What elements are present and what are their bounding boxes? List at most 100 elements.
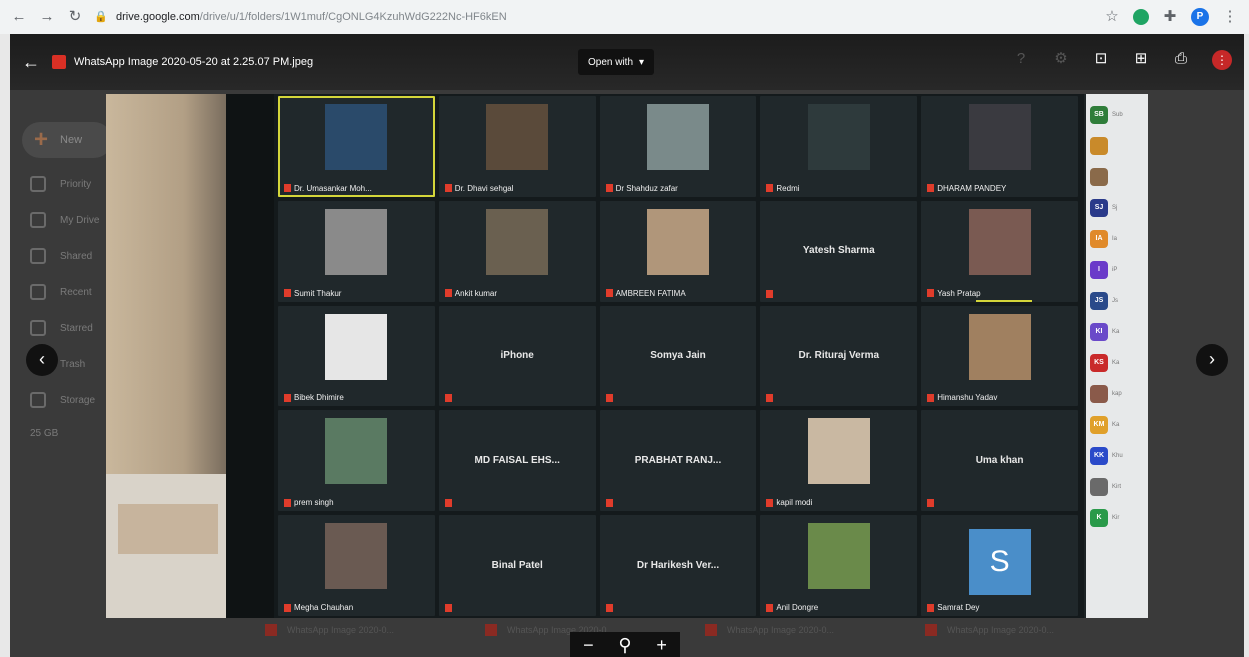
- participant-tile: Redmi: [760, 96, 918, 197]
- star-bookmark-icon[interactable]: ☆: [1103, 8, 1121, 26]
- participant-video: [325, 523, 388, 590]
- muted-mic-icon: [444, 604, 452, 612]
- participant-label: [605, 499, 613, 508]
- participant-tile: kapil modi: [760, 410, 918, 512]
- close-viewer-icon[interactable]: ←: [22, 52, 46, 73]
- muted-mic-icon: [605, 184, 613, 193]
- back-icon[interactable]: ←: [10, 8, 28, 26]
- browser-toolbar: ← → ↻ 🔒 drive.google.com/drive/u/1/folde…: [0, 0, 1249, 34]
- participant-list-item: [1090, 166, 1144, 188]
- reload-icon[interactable]: ↻: [66, 8, 84, 26]
- participant-tile: Binal Patel: [438, 515, 596, 616]
- open-new-window-icon[interactable]: ⊞: [1132, 50, 1150, 68]
- monitor-bezel: [226, 94, 274, 618]
- participant-list-avatar: I: [1090, 261, 1108, 279]
- photo-background-pattern: [118, 504, 218, 554]
- muted-mic-icon: [284, 393, 291, 402]
- participant-list-avatar: KI: [1090, 323, 1108, 341]
- sidebar-item-label: Storage: [60, 394, 96, 406]
- sidebar-item[interactable]: Shared: [30, 248, 92, 264]
- participant-tile: AMBREEN FATIMA: [599, 200, 757, 302]
- extension-icon[interactable]: [1133, 9, 1149, 25]
- participant-center-name: Uma khan: [975, 454, 1024, 466]
- participant-list-name: Sub: [1112, 112, 1123, 118]
- participant-list-avatar: SB: [1090, 106, 1108, 124]
- print-icon[interactable]: ⎙: [1172, 50, 1190, 68]
- more-actions-icon[interactable]: ⋮: [1212, 50, 1232, 70]
- sidebar-item-label: Starred: [60, 322, 93, 334]
- participant-video: [968, 104, 1031, 170]
- participant-list-item: KI Ka: [1090, 321, 1144, 343]
- muted-mic-icon: [927, 184, 935, 193]
- participant-label: [444, 499, 452, 508]
- participant-list-avatar: [1090, 168, 1108, 186]
- zoom-out-button[interactable]: −: [576, 635, 600, 656]
- drive-file-item[interactable]: WhatsApp Image 2020-0...: [265, 624, 445, 636]
- participant-label: Dr. Umasankar Moh...: [284, 184, 372, 193]
- sidebar-item[interactable]: 25 GB: [30, 428, 58, 439]
- participant-video: [807, 523, 870, 590]
- participant-label: [444, 394, 452, 403]
- participant-list-item: Kirt: [1090, 476, 1144, 498]
- meeting-gallery-grid: Dr. Umasankar Moh... Dr. Dhavi sehgal Dr S…: [278, 96, 1078, 616]
- people-icon: [30, 248, 46, 264]
- participant-tile: Himanshu Yadav: [921, 305, 1078, 407]
- zoom-search-icon[interactable]: ⚲: [613, 635, 637, 656]
- next-file-button[interactable]: ›: [1196, 344, 1228, 376]
- zoom-in-button[interactable]: +: [650, 635, 674, 656]
- muted-mic-icon: [766, 184, 774, 193]
- participant-list-item: SB Sub: [1090, 104, 1144, 126]
- participant-list-avatar: KS: [1090, 354, 1108, 372]
- participant-tile: MD FAISAL EHS...: [438, 410, 596, 512]
- participant-tile: Megha Chauhan: [278, 515, 435, 616]
- muted-mic-icon: [444, 499, 452, 508]
- muted-mic-icon: [605, 499, 613, 508]
- browser-menu-icon[interactable]: ⋮: [1221, 8, 1239, 26]
- participant-label: Ankit kumar: [444, 289, 497, 298]
- participant-list-avatar: [1090, 478, 1108, 496]
- participant-name: Dr Shahduz zafar: [615, 183, 678, 193]
- participant-name: Dr. Dhavi sehgal: [454, 183, 514, 193]
- participant-label: [766, 394, 774, 403]
- drive-file-item[interactable]: WhatsApp Image 2020-0...: [705, 624, 885, 636]
- sidebar-item[interactable]: My Drive: [30, 212, 99, 228]
- participant-label: AMBREEN FATIMA: [605, 289, 686, 298]
- participant-tile: PRABHAT RANJ...: [599, 410, 757, 512]
- sidebar-item[interactable]: Starred: [30, 320, 93, 336]
- address-bar[interactable]: drive.google.com/drive/u/1/folders/1W1mu…: [116, 11, 507, 23]
- add-to-drive-icon[interactable]: ⊡: [1092, 50, 1110, 68]
- viewer-actions: ? ⚙ ⊡ ⊞ ⎙ ⋮: [1012, 50, 1232, 70]
- participant-tile: S Samrat Dey: [921, 515, 1078, 616]
- drive-file-item[interactable]: WhatsApp Image 2020-0...: [925, 624, 1105, 636]
- muted-mic-icon: [605, 604, 613, 612]
- participant-center-name: Dr. Rituraj Verma: [798, 349, 880, 361]
- previous-file-button[interactable]: ‹: [26, 344, 58, 376]
- participant-list-avatar: [1090, 385, 1108, 403]
- url-host: drive.google.com: [116, 11, 200, 23]
- participant-video: [325, 313, 388, 380]
- sidebar-item[interactable]: Priority: [30, 176, 91, 192]
- muted-mic-icon: [284, 184, 291, 193]
- participant-list-name: Ka: [1112, 422, 1120, 428]
- participant-list-name: Kirt: [1112, 484, 1121, 490]
- participant-name: DHARAM PANDEY: [937, 183, 1007, 193]
- puzzle-extension-icon[interactable]: ✚: [1161, 8, 1179, 26]
- participant-tile: Bibek Dhimire: [278, 305, 435, 407]
- participant-video: [968, 313, 1031, 380]
- participant-tile: Dr. Umasankar Moh...: [278, 96, 435, 197]
- sidebar-item[interactable]: Storage: [30, 392, 95, 408]
- profile-avatar[interactable]: P: [1191, 8, 1209, 26]
- participant-label: Dr. Dhavi sehgal: [444, 183, 514, 193]
- url-path: /drive/u/1/folders/1W1muf/CgONLG4KzuhWdG…: [199, 11, 507, 23]
- file-title: WhatsApp Image 2020-05-20 at 2.25.07 PM.…: [74, 56, 314, 68]
- participant-center-name: Binal Patel: [491, 559, 543, 571]
- participant-tile: Anil Dongre: [760, 515, 918, 616]
- participant-list-name: iP: [1112, 267, 1118, 273]
- participant-tile: Dr Harikesh Ver...: [599, 515, 757, 616]
- participant-avatar: S: [968, 529, 1031, 596]
- forward-icon[interactable]: →: [38, 8, 56, 26]
- participant-list-name: Khu: [1112, 453, 1123, 459]
- open-with-button[interactable]: Open with ▾: [578, 49, 655, 75]
- sidebar-item[interactable]: Recent: [30, 284, 92, 300]
- participant-list-item: KS Ka: [1090, 352, 1144, 374]
